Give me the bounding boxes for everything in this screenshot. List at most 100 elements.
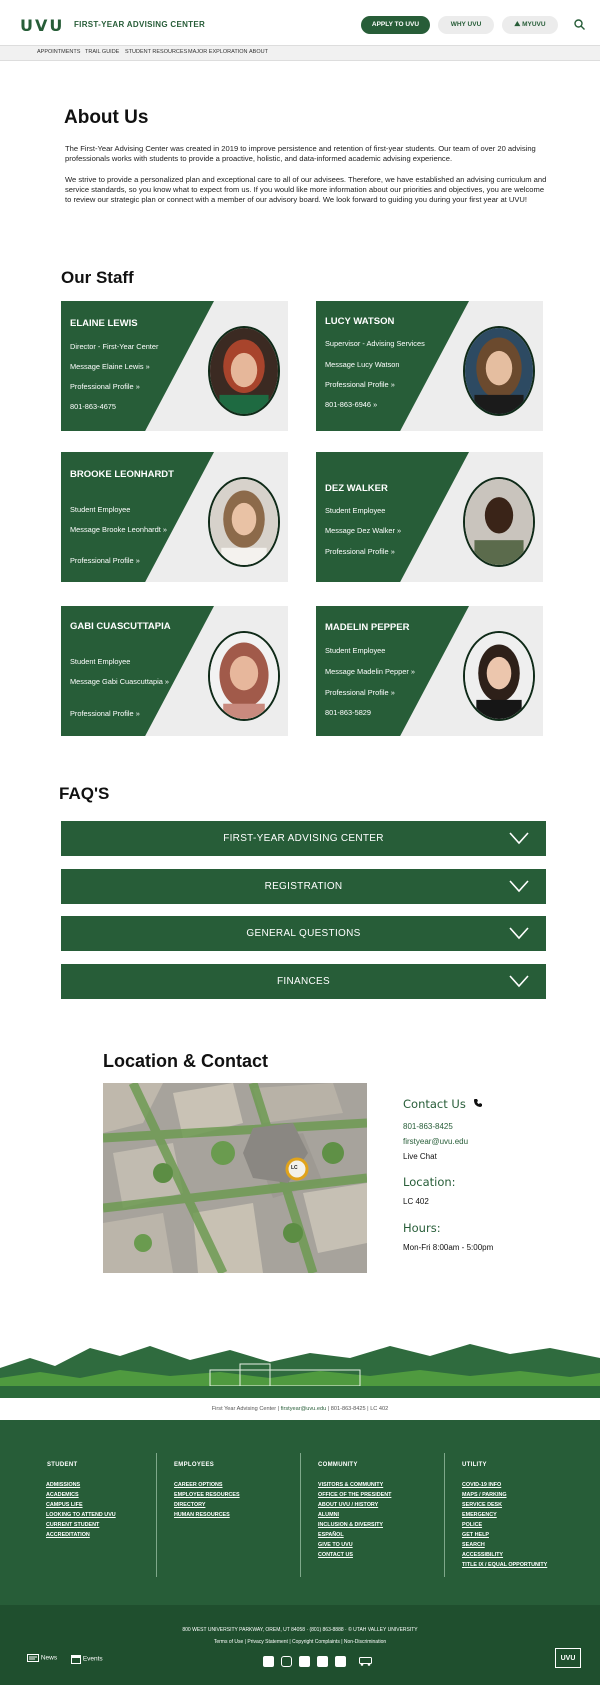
staff-message-link[interactable]: Message Dez Walker » xyxy=(325,526,443,535)
faq-accordion-item[interactable]: FINANCES xyxy=(61,964,546,999)
staff-message-link[interactable]: Message Gabi Cuascuttapia » xyxy=(70,677,188,686)
why-uvu-button[interactable]: WHY UVU xyxy=(438,16,494,34)
staff-profile-link[interactable]: Professional Profile » xyxy=(325,380,443,389)
faq-accordion-item[interactable]: REGISTRATION xyxy=(61,869,546,904)
contact-email-link[interactable]: firstyear@uvu.edu xyxy=(403,1137,468,1146)
faq-accordion-item[interactable]: GENERAL QUESTIONS xyxy=(61,916,546,951)
mountain-skyline-illustration xyxy=(0,1344,600,1398)
footer-link[interactable]: SEARCH xyxy=(462,1542,485,1548)
footer-link[interactable]: ACCESSIBILITY xyxy=(462,1552,503,1558)
strip-email-link[interactable]: firstyear@uvu.edu xyxy=(281,1406,326,1412)
staff-profile-link[interactable]: Professional Profile » xyxy=(325,688,443,697)
faq-item-label: FIRST-YEAR ADVISING CENTER xyxy=(223,833,384,844)
staff-message-link[interactable]: Message Elaine Lewis » xyxy=(70,362,188,371)
staff-role: Student Employee xyxy=(70,505,131,514)
staff-card: LUCY WATSON Supervisor - Advising Servic… xyxy=(316,301,543,431)
subnav-student-resources[interactable]: STUDENT RESOURCES xyxy=(125,49,187,55)
twitter-icon[interactable] xyxy=(335,1656,346,1667)
footer-link[interactable]: HUMAN RESOURCES xyxy=(174,1512,230,1518)
youtube-icon[interactable] xyxy=(317,1656,328,1667)
subnav-major-exploration[interactable]: MAJOR EXPLORATION xyxy=(188,49,248,55)
linkedin-icon[interactable] xyxy=(263,1656,274,1667)
contact-phone-link[interactable]: 801-863-8425 xyxy=(403,1122,453,1131)
footer-link[interactable]: POLICE xyxy=(462,1522,482,1528)
staff-role: Student Employee xyxy=(325,646,386,655)
staff-profile-link[interactable]: Professional Profile » xyxy=(325,547,443,556)
instagram-icon[interactable] xyxy=(281,1656,292,1667)
chevron-down-icon xyxy=(509,975,529,988)
staff-card: ELAINE LEWIS Director - First-Year Cente… xyxy=(61,301,288,431)
footer-link[interactable]: COVID-19 INFO xyxy=(462,1482,501,1488)
location-title: Location & Contact xyxy=(103,1051,268,1071)
footer-link[interactable]: CAREER OPTIONS xyxy=(174,1482,223,1488)
staff-message-link[interactable]: Message Madelin Pepper » xyxy=(325,667,443,676)
staff-phone[interactable]: 801-863-4675 xyxy=(70,402,188,411)
strip-room: LC 402 xyxy=(370,1406,389,1412)
footer-divider xyxy=(156,1453,157,1577)
phone-icon xyxy=(474,1099,483,1107)
events-link[interactable]: Events xyxy=(71,1654,103,1664)
staff-phone[interactable]: 801-863-5829 xyxy=(325,708,443,717)
subnav-trail-guide[interactable]: TRAIL GUIDE xyxy=(85,49,119,55)
news-link[interactable]: News xyxy=(27,1654,57,1662)
footer-link[interactable]: ESPAÑOL xyxy=(318,1532,344,1538)
location-room: LC 402 xyxy=(403,1197,429,1206)
footer-link[interactable]: ACCREDITATION xyxy=(46,1532,90,1538)
staff-profile-link[interactable]: Professional Profile » xyxy=(70,709,188,718)
news-label: News xyxy=(40,1654,58,1662)
subnav-about[interactable]: ABOUT xyxy=(249,49,268,55)
footer-link[interactable]: INCLUSION & DIVERSITY xyxy=(318,1522,383,1528)
staff-message-link[interactable]: Message Brooke Leonhardt » xyxy=(70,525,188,534)
footer-link[interactable]: DIRECTORY xyxy=(174,1502,205,1508)
about-paragraph-2: We strive to provide a personalized plan… xyxy=(65,175,547,204)
footer-link[interactable]: CAMPUS LIFE xyxy=(46,1502,83,1508)
footer-link[interactable]: CURRENT STUDENT xyxy=(46,1522,99,1528)
live-chat-link[interactable]: Live Chat xyxy=(403,1152,437,1161)
staff-name: BROOKE LEONHARDT xyxy=(70,469,174,480)
staff-name: MADELIN PEPPER xyxy=(325,622,410,633)
footer-link[interactable]: ABOUT UVU / HISTORY xyxy=(318,1502,378,1508)
faq-item-label: REGISTRATION xyxy=(264,881,343,892)
footer-link[interactable]: ADMISSIONS xyxy=(46,1482,80,1488)
apply-button[interactable]: APPLY TO UVU xyxy=(361,16,430,34)
footer-contact-strip: First Year Advising Center | firstyear@u… xyxy=(0,1398,600,1420)
staff-name: DEZ WALKER xyxy=(325,483,388,494)
footer-link[interactable]: CONTACT US xyxy=(318,1552,353,1558)
footer-link[interactable]: ALUMNI xyxy=(318,1512,339,1518)
footer-link[interactable]: TITLE IX / EQUAL OPPORTUNITY xyxy=(462,1562,547,1568)
footer-link[interactable]: VISITORS & COMMUNITY xyxy=(318,1482,383,1488)
strip-phone[interactable]: 801-863-8425 xyxy=(331,1406,366,1412)
shuttle-icon[interactable] xyxy=(359,1657,373,1666)
staff-name: GABI CUASCUTTAPIA xyxy=(70,621,171,632)
uvu-logo[interactable]: UVU xyxy=(20,16,64,35)
location-heading: Location: xyxy=(403,1175,456,1189)
footer-link[interactable]: EMPLOYEE RESOURCES xyxy=(174,1492,240,1498)
footer-link[interactable]: SERVICE DESK xyxy=(462,1502,502,1508)
staff-role: Student Employee xyxy=(70,657,131,666)
staff-profile-link[interactable]: Professional Profile » xyxy=(70,382,188,391)
chevron-down-icon xyxy=(509,927,529,940)
footer-link[interactable]: MAPS / PARKING xyxy=(462,1492,507,1498)
facebook-icon[interactable] xyxy=(299,1656,310,1667)
staff-message-link[interactable]: Message Lucy Watson xyxy=(325,360,443,369)
faq-title: FAQ'S xyxy=(59,784,110,803)
faq-accordion-item[interactable]: FIRST-YEAR ADVISING CENTER xyxy=(61,821,546,856)
myuvu-button[interactable]: ⛰ MYUVU xyxy=(502,16,558,34)
footer-legal-links[interactable]: Terms of Use | Privacy Statement | Copyr… xyxy=(0,1639,600,1645)
footer-link[interactable]: OFFICE OF THE PRESIDENT xyxy=(318,1492,391,1498)
site-title[interactable]: FIRST-YEAR ADVISING CENTER xyxy=(74,20,205,29)
campus-map[interactable]: LC xyxy=(103,1083,367,1273)
footer-link[interactable]: GET HELP xyxy=(462,1532,489,1538)
footer-link[interactable]: GIVE TO UVU xyxy=(318,1542,353,1548)
staff-profile-link[interactable]: Professional Profile » xyxy=(70,556,188,565)
search-icon[interactable] xyxy=(574,19,585,30)
about-paragraph-1: The First-Year Advising Center was creat… xyxy=(65,144,536,163)
staff-card: MADELIN PEPPER Student Employee Message … xyxy=(316,606,543,736)
subnav-appointments[interactable]: APPOINTMENTS xyxy=(37,49,80,55)
footer-link[interactable]: EMERGENCY xyxy=(462,1512,497,1518)
footer-link[interactable]: LOOKING TO ATTEND UVU xyxy=(46,1512,116,1518)
footer-link[interactable]: ACADEMICS xyxy=(46,1492,79,1498)
staff-phone[interactable]: 801-863-6946 » xyxy=(325,400,443,409)
uvu-footer-badge[interactable]: UVU xyxy=(555,1648,581,1668)
map-marker-label[interactable]: LC xyxy=(291,1165,298,1171)
